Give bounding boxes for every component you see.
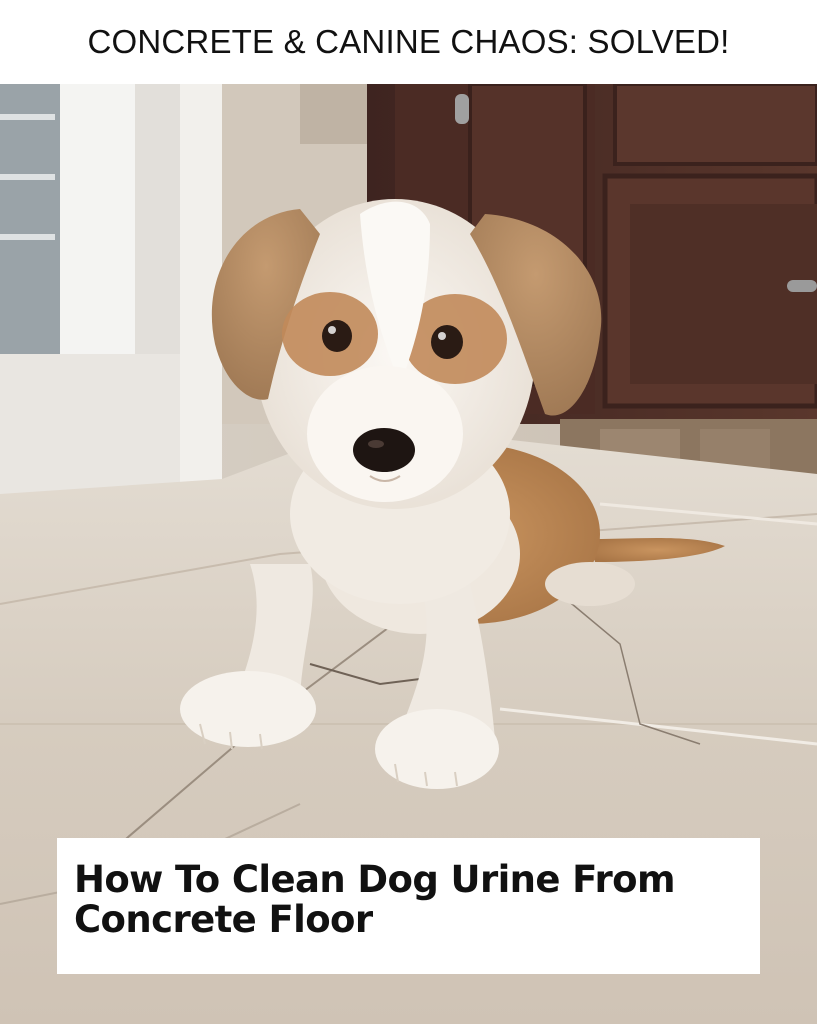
caption-title: How To Clean Dog Urine From Concrete Flo… — [74, 860, 742, 940]
header-title: CONCRETE & CANINE CHAOS: SOLVED! — [87, 23, 730, 60]
caption-line-2: Concrete Floor — [74, 898, 373, 941]
caption-box: How To Clean Dog Urine From Concrete Flo… — [57, 838, 760, 974]
header-bar: CONCRETE & CANINE CHAOS: SOLVED! — [0, 0, 817, 84]
pin-graphic: CONCRETE & CANINE CHAOS: SOLVED! How To … — [0, 0, 817, 1024]
caption-line-1: How To Clean Dog Urine From — [74, 858, 676, 901]
door-window — [0, 84, 222, 494]
